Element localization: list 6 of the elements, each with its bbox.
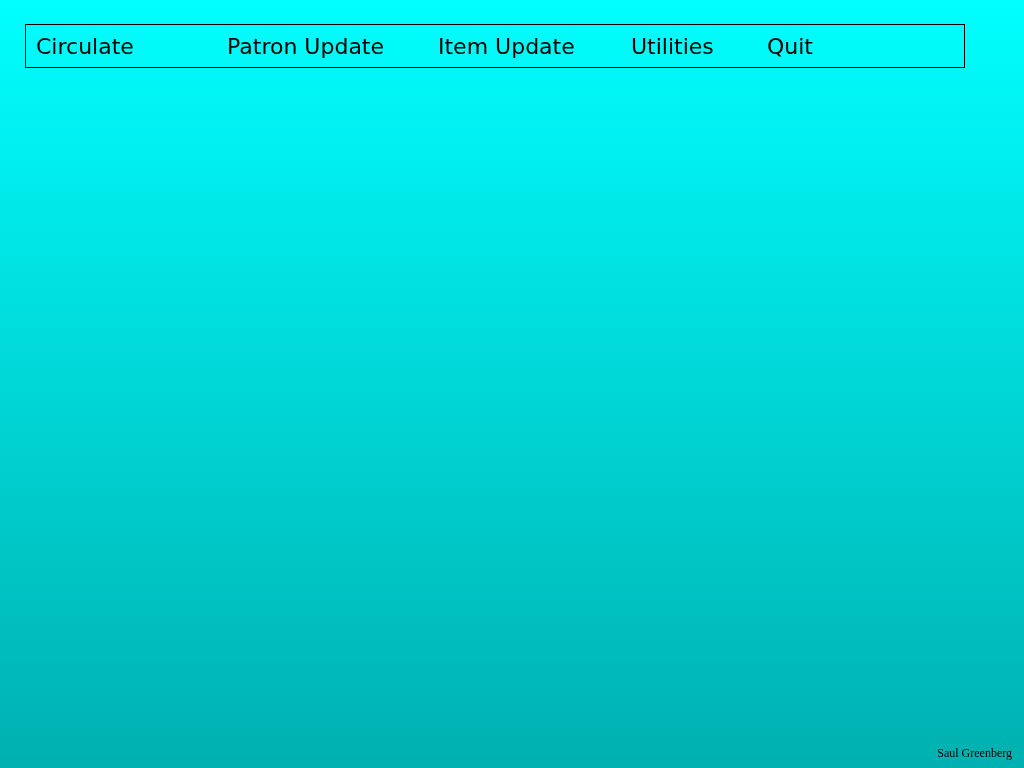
author-credit: Saul Greenberg: [937, 745, 1012, 762]
menu-item[interactable]: Utilities: [631, 33, 714, 59]
menu-item[interactable]: Item Update: [438, 33, 575, 59]
menu-item[interactable]: Circulate: [36, 33, 134, 59]
menu-item[interactable]: Quit: [767, 33, 813, 59]
menu-item[interactable]: Patron Update: [227, 33, 385, 59]
